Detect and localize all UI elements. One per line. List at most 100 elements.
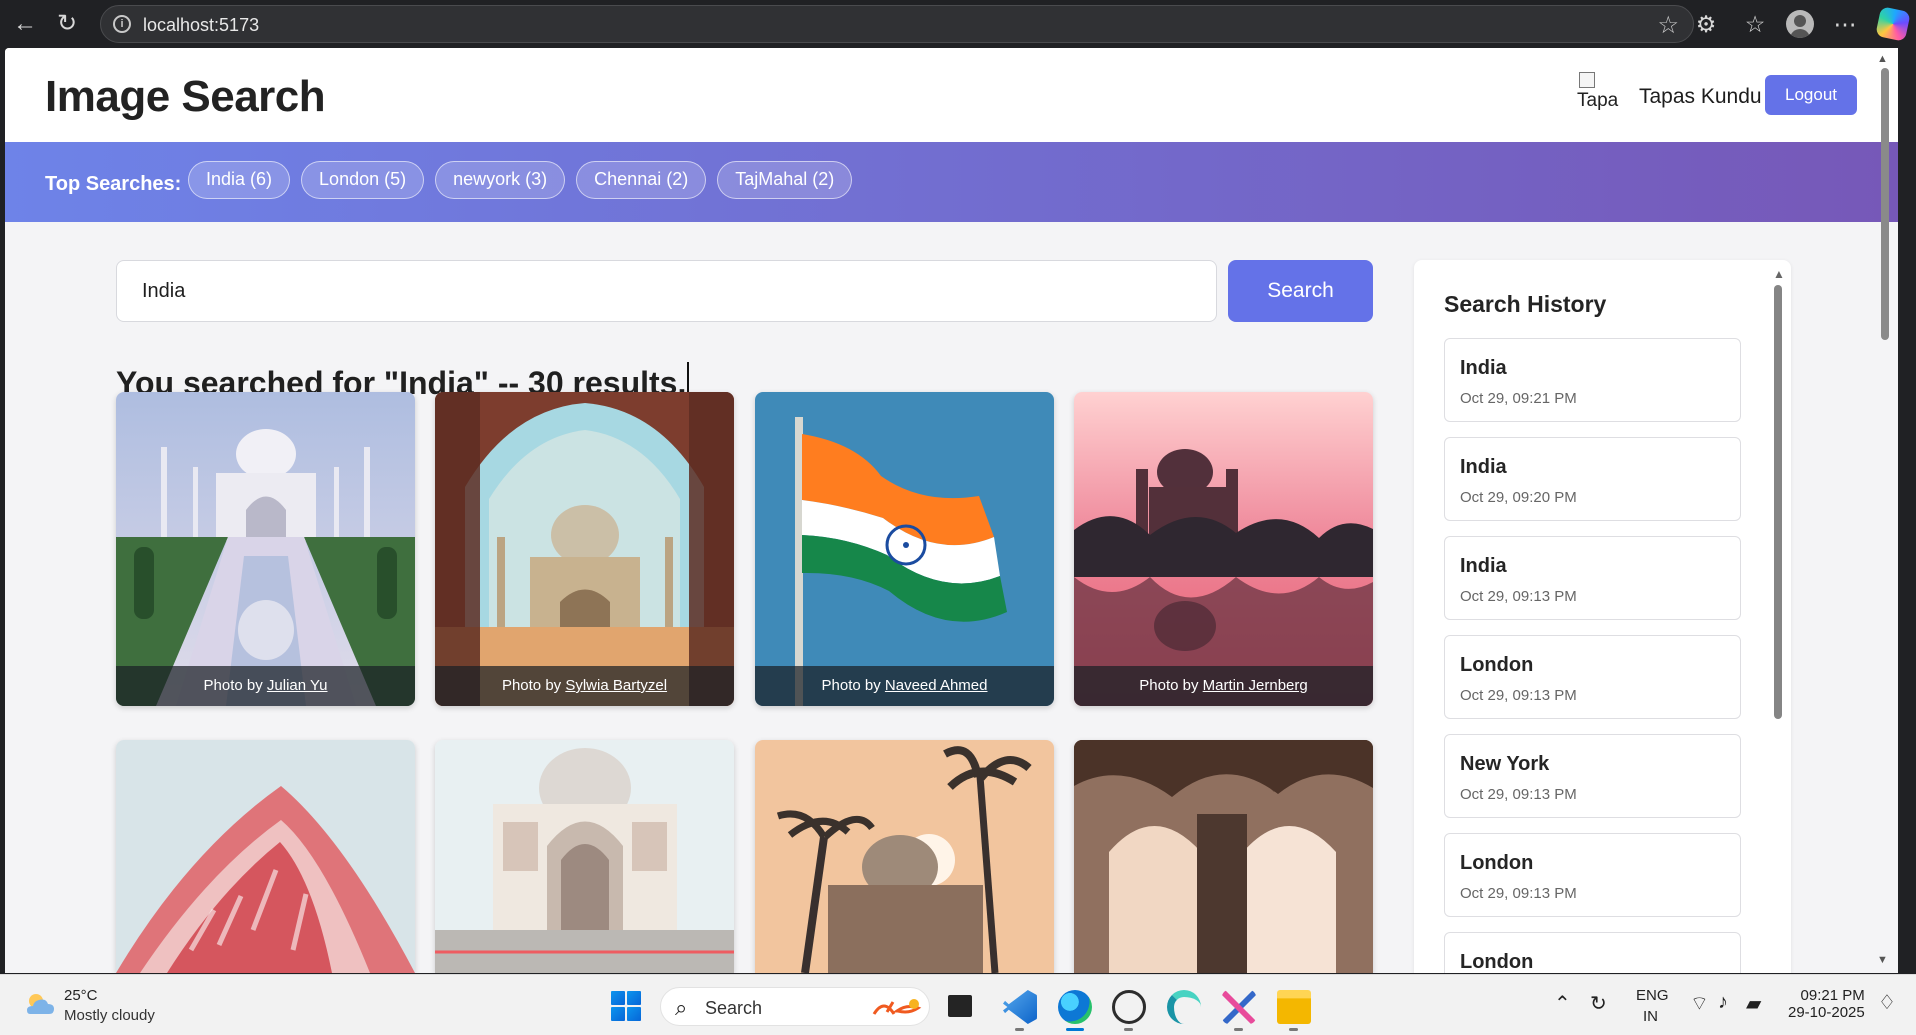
- history-scroll-up-icon[interactable]: ▲: [1773, 267, 1785, 281]
- history-query: India: [1460, 555, 1507, 577]
- monument-palms-image: [755, 740, 1054, 973]
- top-search-chip-newyork[interactable]: newyork (3): [435, 161, 566, 199]
- taskbar-clock[interactable]: 09:21 PM 29-10-2025: [1788, 987, 1865, 1021]
- search-history-panel: Search History India Oct 29, 09:21 PM Ind…: [1414, 260, 1791, 973]
- history-time: Oct 29, 09:21 PM: [1460, 390, 1577, 407]
- page-scrollbar[interactable]: [1881, 68, 1889, 340]
- more-icon[interactable]: ⋯: [1829, 8, 1861, 40]
- history-item[interactable]: India Oct 29, 09:21 PM: [1444, 338, 1741, 422]
- app-header: Image Search Tapa Tapas Kundu Logout: [5, 48, 1898, 142]
- search-button[interactable]: Search: [1228, 260, 1373, 322]
- history-time: Oct 29, 09:13 PM: [1460, 687, 1577, 704]
- battery-icon[interactable]: ▰: [1746, 991, 1761, 1016]
- avatar-alt-text: Tapa: [1577, 90, 1619, 111]
- browser-toolbar: ← ↻ i localhost:5173 ☆ ⚙ ☆ ⋯: [0, 0, 1916, 48]
- top-searches-bar: Top Searches: India (6) London (5) newyo…: [5, 142, 1898, 222]
- favorite-icon[interactable]: ☆: [1657, 11, 1679, 40]
- history-query: London: [1460, 951, 1534, 973]
- logout-button[interactable]: Logout: [1765, 75, 1857, 115]
- vscode-icon[interactable]: [1003, 990, 1037, 1024]
- top-searches-label: Top Searches:: [45, 173, 182, 195]
- snipping-running-indicator: [1234, 1028, 1243, 1031]
- history-query: India: [1460, 357, 1507, 379]
- site-info-icon[interactable]: i: [113, 15, 131, 33]
- taskbar-search[interactable]: ⌕ Search: [660, 987, 930, 1026]
- explorer-running-indicator: [1289, 1028, 1298, 1031]
- sync-icon[interactable]: ↻: [1590, 991, 1607, 1016]
- avatar: Tapa: [1577, 71, 1621, 119]
- photographer-link[interactable]: Naveed Ahmed: [885, 677, 988, 694]
- history-item[interactable]: London Oct 29, 09:13 PM: [1444, 833, 1741, 917]
- file-explorer-icon[interactable]: [1277, 990, 1311, 1024]
- address-bar[interactable]: i localhost:5173 ☆: [100, 5, 1694, 43]
- taj-mahal-front-image: [435, 740, 734, 973]
- vscode-running-indicator: [1015, 1028, 1024, 1031]
- top-search-chip-chennai[interactable]: Chennai (2): [576, 161, 707, 199]
- top-search-chip-tajmahal[interactable]: TajMahal (2): [717, 161, 853, 199]
- history-time: Oct 29, 09:20 PM: [1460, 489, 1577, 506]
- search-history-title: Search History: [1444, 291, 1607, 317]
- weather-condition[interactable]: Mostly cloudy: [64, 1007, 155, 1024]
- language-code[interactable]: ENG: [1636, 987, 1669, 1004]
- photo-credit: Photo by Sylwia Bartyzel: [435, 666, 734, 706]
- snipping-tool-icon[interactable]: [1222, 990, 1256, 1024]
- chatgpt-icon[interactable]: [1112, 990, 1146, 1024]
- history-item[interactable]: London: [1444, 932, 1741, 973]
- volume-icon[interactable]: ♪: [1718, 991, 1728, 1014]
- history-item[interactable]: India Oct 29, 09:13 PM: [1444, 536, 1741, 620]
- back-icon[interactable]: ←: [9, 8, 41, 40]
- india-flag-image: [755, 392, 1054, 706]
- page-scroll-down-icon[interactable]: ▼: [1877, 954, 1888, 966]
- address-url[interactable]: localhost:5173: [143, 15, 259, 36]
- history-query: New York: [1460, 753, 1550, 775]
- wifi-icon[interactable]: ⌔: [1690, 991, 1709, 1016]
- photo-credit: Photo by Naveed Ahmed: [755, 666, 1054, 706]
- photo-credit: Photo by Martin Jernberg: [1074, 666, 1373, 706]
- chatgpt-running-indicator: [1124, 1028, 1133, 1031]
- history-item[interactable]: New York Oct 29, 09:13 PM: [1444, 734, 1741, 818]
- broken-image-icon: [1579, 72, 1595, 88]
- search-input[interactable]: [116, 260, 1217, 322]
- weather-temperature[interactable]: 25°C: [64, 987, 98, 1004]
- result-photo-sandstone-arches[interactable]: [1074, 740, 1373, 973]
- top-search-chip-london[interactable]: London (5): [301, 161, 425, 199]
- edge-icon[interactable]: [1058, 990, 1092, 1024]
- result-photo-taj-mahal-arch-view[interactable]: Photo by Sylwia Bartyzel: [435, 392, 734, 706]
- photographer-link[interactable]: Sylwia Bartyzel: [565, 677, 667, 694]
- history-item[interactable]: India Oct 29, 09:20 PM: [1444, 437, 1741, 521]
- windows-start-icon[interactable]: [611, 991, 641, 1021]
- edge-active-indicator: [1066, 1028, 1084, 1031]
- search-highlight-icon: [872, 999, 922, 1015]
- photographer-link[interactable]: Martin Jernberg: [1203, 677, 1308, 694]
- result-photo-monument-palms[interactable]: [755, 740, 1054, 973]
- top-search-chip-india[interactable]: India (6): [188, 161, 291, 199]
- photographer-link[interactable]: Julian Yu: [267, 677, 328, 694]
- region-code[interactable]: IN: [1643, 1008, 1658, 1025]
- hawa-mahal-image: [116, 740, 415, 973]
- windows-taskbar: 25°C Mostly cloudy ⌕ Search ⌃ ↻ ENG IN ⌔…: [0, 974, 1916, 1035]
- extensions-icon[interactable]: ⚙: [1690, 8, 1722, 40]
- favorites-icon[interactable]: ☆: [1739, 8, 1771, 40]
- taskbar-date: 29-10-2025: [1788, 1004, 1865, 1021]
- result-photo-hawa-mahal[interactable]: [116, 740, 415, 973]
- history-time: Oct 29, 09:13 PM: [1460, 786, 1577, 803]
- result-photo-india-flag[interactable]: Photo by Naveed Ahmed: [755, 392, 1054, 706]
- result-photo-taj-mahal-reflection[interactable]: Photo by Julian Yu: [116, 392, 415, 706]
- palace-reflection-image: [1074, 392, 1373, 706]
- sandstone-arches-image: [1074, 740, 1373, 973]
- history-time: Oct 29, 09:13 PM: [1460, 885, 1577, 902]
- result-photo-taj-mahal-front[interactable]: [435, 740, 734, 973]
- result-photo-palace-reflection-sunset[interactable]: Photo by Martin Jernberg: [1074, 392, 1373, 706]
- profile-icon[interactable]: [1786, 10, 1814, 38]
- wave-app-icon[interactable]: [1167, 990, 1201, 1024]
- history-scrollbar[interactable]: [1774, 285, 1782, 719]
- hidden-icons-chevron-icon[interactable]: ⌃: [1554, 991, 1571, 1016]
- notification-icon[interactable]: ♢: [1878, 990, 1896, 1015]
- copilot-icon[interactable]: [1875, 6, 1911, 42]
- file-panel-icon[interactable]: [948, 995, 972, 1017]
- partly-cloudy-icon: [27, 994, 54, 1014]
- page-scroll-up-icon[interactable]: ▲: [1877, 53, 1888, 65]
- taj-mahal-reflection-image: [116, 392, 415, 706]
- history-item[interactable]: London Oct 29, 09:13 PM: [1444, 635, 1741, 719]
- refresh-icon[interactable]: ↻: [51, 8, 83, 40]
